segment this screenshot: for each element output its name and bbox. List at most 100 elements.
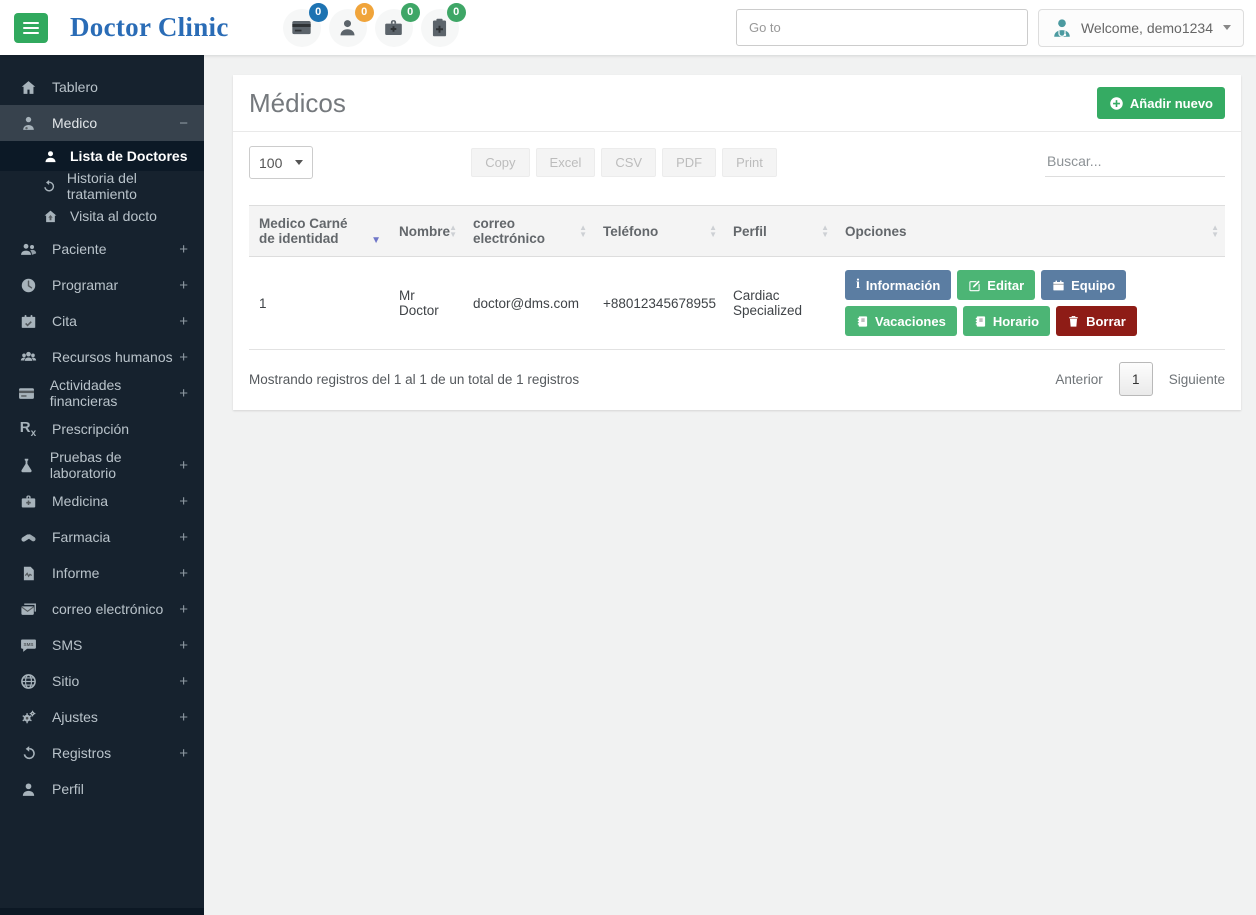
sidebar-item-registros[interactable]: Registros + xyxy=(0,735,204,771)
patients-icon xyxy=(16,241,40,258)
table-header-row: Medico Carné de identidad ▼ Nombre ▲ ▼ co… xyxy=(249,205,1225,257)
previous-page-button[interactable]: Anterior xyxy=(1055,372,1102,387)
mail-icon xyxy=(16,601,40,618)
equipo-button[interactable]: Equipo xyxy=(1041,270,1127,300)
medical-bag-badge: 0 xyxy=(400,2,420,22)
sidebar-item-informe[interactable]: Informe + xyxy=(0,555,204,591)
patient-icon[interactable]: 0 xyxy=(328,2,374,47)
csv-button[interactable]: CSV xyxy=(601,148,657,177)
sidebar-item-correo-electronico[interactable]: correo electrónico + xyxy=(0,591,204,627)
expand-toggle: + xyxy=(179,240,188,258)
team-icon xyxy=(16,349,40,366)
column-header-telefono[interactable]: Teléfono ▲ ▼ xyxy=(593,205,723,257)
table-search-input[interactable] xyxy=(1045,146,1225,177)
editar-button[interactable]: Editar xyxy=(957,270,1036,300)
expand-toggle: + xyxy=(179,672,188,690)
expand-toggle: + xyxy=(179,636,188,654)
main-content: Médicos Añadir nuevo 100 Copy Excel CSV … xyxy=(204,55,1256,410)
billing-badge: 0 xyxy=(308,2,328,22)
next-page-button[interactable]: Siguiente xyxy=(1169,372,1225,387)
sidebar-item-prescripcion[interactable]: Rx Prescripción xyxy=(0,411,204,447)
sidebar-item-medicina[interactable]: Medicina + xyxy=(0,483,204,519)
report-icon xyxy=(16,565,40,582)
add-new-button[interactable]: Añadir nuevo xyxy=(1096,87,1225,119)
sort-icon: ▲ ▼ xyxy=(1211,223,1219,239)
patient-badge: 0 xyxy=(354,2,374,22)
notification-group: 0 0 0 0 xyxy=(282,2,466,47)
sidebar-item-actividades-financieras[interactable]: Actividades financieras + xyxy=(0,375,204,411)
address-book-icon xyxy=(856,315,869,328)
goto-search-input[interactable] xyxy=(735,9,1028,46)
informacion-button[interactable]: i Información xyxy=(845,270,952,300)
pills-icon xyxy=(16,529,40,546)
cell-name: Mr Doctor xyxy=(389,256,463,350)
vacaciones-button[interactable]: Vacaciones xyxy=(845,306,957,336)
expand-toggle: + xyxy=(179,564,188,582)
horario-button[interactable]: Horario xyxy=(962,306,1051,336)
sidebar-item-ajustes[interactable]: Ajustes + xyxy=(0,699,204,735)
excel-button[interactable]: Excel xyxy=(535,148,596,177)
column-header-perfil[interactable]: Perfil ▲ ▼ xyxy=(723,205,835,257)
pdf-button[interactable]: PDF xyxy=(662,148,717,177)
expand-toggle: + xyxy=(179,708,188,726)
address-book-icon xyxy=(974,315,987,328)
sidebar-item-historia-del-tratamiento[interactable]: Historia del tratamiento xyxy=(0,170,204,202)
sort-icon: ▲ ▼ xyxy=(449,223,457,239)
app-brand: Doctor Clinic xyxy=(70,12,229,42)
expand-toggle: + xyxy=(179,348,188,366)
sidebar-nav: Tablero Medico − Lista de Doctores Histo… xyxy=(0,55,204,915)
column-header-correo[interactable]: correo electrónico ▲ ▼ xyxy=(463,205,593,257)
print-button[interactable]: Print xyxy=(722,148,777,177)
column-header-id[interactable]: Medico Carné de identidad ▼ xyxy=(249,205,389,257)
doctors-panel: Médicos Añadir nuevo 100 Copy Excel CSV … xyxy=(233,75,1241,410)
sort-icon: ▲ ▼ xyxy=(821,223,829,239)
sidebar-item-medico[interactable]: Medico − xyxy=(0,105,204,141)
expand-toggle: + xyxy=(179,492,188,510)
doctor-icon xyxy=(16,115,40,132)
expand-toggle: + xyxy=(179,276,188,294)
billing-card-icon[interactable]: 0 xyxy=(282,2,328,47)
calendar-icon xyxy=(1052,279,1065,292)
gears-icon xyxy=(16,709,40,726)
page-title: Médicos xyxy=(249,87,346,118)
sidebar-item-sms[interactable]: SMS + xyxy=(0,627,204,663)
expand-toggle: + xyxy=(179,600,188,618)
sort-icon: ▲ ▼ xyxy=(579,223,587,239)
sidebar-item-paciente[interactable]: Paciente + xyxy=(0,231,204,267)
sidebar-item-visita-al-docto[interactable]: Visita al docto xyxy=(0,201,204,231)
edit-icon xyxy=(968,279,981,292)
sidebar-item-perfil[interactable]: Perfil xyxy=(0,771,204,807)
sidebar-item-recursos-humanos[interactable]: Recursos humanos + xyxy=(0,339,204,375)
plus-circle-icon xyxy=(1109,96,1124,111)
expand-toggle: + xyxy=(179,384,188,402)
medical-bag-icon[interactable]: 0 xyxy=(374,2,420,47)
sidebar-item-lista-de-doctores[interactable]: Lista de Doctores xyxy=(0,141,204,171)
page-length-select[interactable]: 100 xyxy=(249,146,313,179)
page-number-button[interactable]: 1 xyxy=(1118,362,1153,396)
info-icon: i xyxy=(856,277,860,292)
sidebar-item-cita[interactable]: Cita + xyxy=(0,303,204,339)
history-icon xyxy=(16,745,40,762)
sidebar-item-programar[interactable]: Programar + xyxy=(0,267,204,303)
medical-bag-icon xyxy=(16,493,40,510)
column-header-opciones[interactable]: Opciones ▲ ▼ xyxy=(835,205,1225,257)
doctor-avatar-icon xyxy=(1051,17,1073,39)
collapse-toggle: − xyxy=(179,114,188,132)
sidebar-item-farmacia[interactable]: Farmacia + xyxy=(0,519,204,555)
clipboard-badge: 0 xyxy=(446,2,466,22)
welcome-label: Welcome, demo1234 xyxy=(1080,19,1213,36)
sidebar-item-tablero[interactable]: Tablero xyxy=(0,69,204,105)
flask-icon xyxy=(16,457,38,474)
table-row: 1 Mr Doctor doctor@dms.com +880123456789… xyxy=(249,256,1225,350)
clock-icon xyxy=(16,277,40,294)
hamburger-menu-icon[interactable] xyxy=(14,12,48,43)
column-header-nombre[interactable]: Nombre ▲ ▼ xyxy=(389,205,463,257)
home-visit-icon xyxy=(40,209,60,224)
copy-button[interactable]: Copy xyxy=(471,148,530,177)
user-menu-button[interactable]: Welcome, demo1234 xyxy=(1037,8,1244,47)
sidebar-item-sitio[interactable]: Sitio + xyxy=(0,663,204,699)
sidebar-item-pruebas-de-laboratorio[interactable]: Pruebas de laboratorio + xyxy=(0,447,204,483)
doctors-table: Medico Carné de identidad ▼ Nombre ▲ ▼ co… xyxy=(249,205,1225,350)
borrar-button[interactable]: Borrar xyxy=(1056,306,1137,336)
clipboard-plus-icon[interactable]: 0 xyxy=(420,2,466,47)
